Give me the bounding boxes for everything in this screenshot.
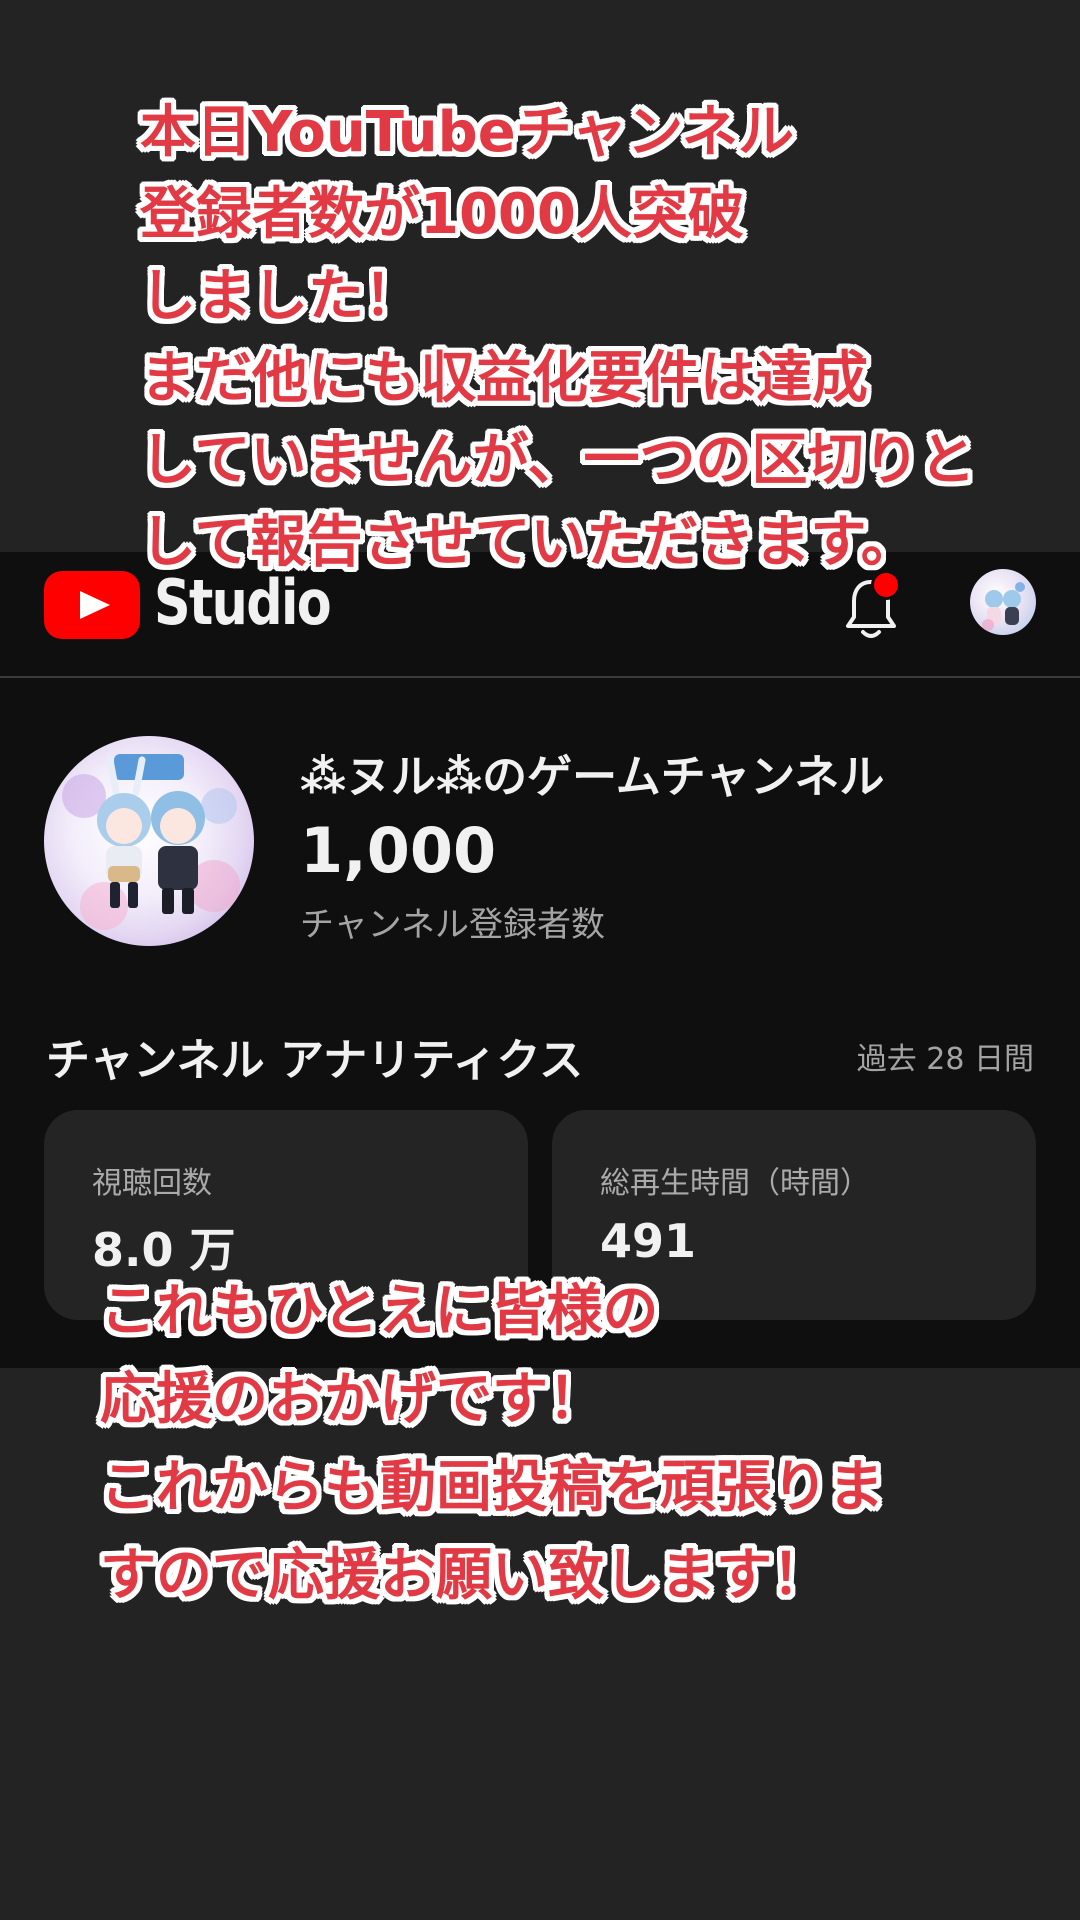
caption-line: 登録者数が1000人突破	[140, 182, 744, 247]
analytics-period: 過去 28 日間	[856, 1042, 1034, 1077]
channel-name: ⁂ヌル⁂のゲームチャンネル	[300, 750, 885, 803]
caption-line: して報告させていただきます。	[140, 510, 917, 575]
studio-screen: Studio ⁂ヌル⁂のゲームチャンネル 1,000 チャンネル登録者数 チャン…	[0, 552, 1080, 1368]
caption-line: 本日YouTubeチャンネル	[140, 100, 795, 165]
views-label: 視聴回数	[92, 1166, 212, 1201]
watch-time-label: 総再生時間（時間）	[600, 1166, 870, 1201]
account-avatar[interactable]	[970, 569, 1036, 635]
caption-line: すので応援お願い致します！	[100, 1543, 828, 1608]
bottom-caption: これもひとえに皆様の 応援のおかげです！ これからも動画投稿を頑張りま すので応…	[100, 1268, 884, 1620]
caption-line: していませんが、一つの区切りと	[140, 428, 976, 493]
subscriber-label: チャンネル登録者数	[300, 905, 605, 945]
subscriber-count: 1,000	[300, 814, 497, 887]
caption-line: まだ他にも収益化要件は達成	[140, 346, 868, 411]
caption-line: これからも動画投稿を頑張りま	[100, 1455, 884, 1520]
youtube-play-icon[interactable]	[44, 571, 140, 639]
caption-line: これもひとえに皆様の	[100, 1279, 659, 1344]
channel-avatar[interactable]	[44, 736, 254, 946]
top-caption: 本日YouTubeチャンネル 登録者数が1000人突破 しました！ まだ他にも収…	[140, 92, 976, 584]
caption-line: 応援のおかげです！	[100, 1367, 604, 1432]
caption-line: しました！	[140, 264, 420, 329]
watch-time-value: 491	[600, 1214, 697, 1268]
analytics-title: チャンネル アナリティクス	[46, 1035, 584, 1086]
